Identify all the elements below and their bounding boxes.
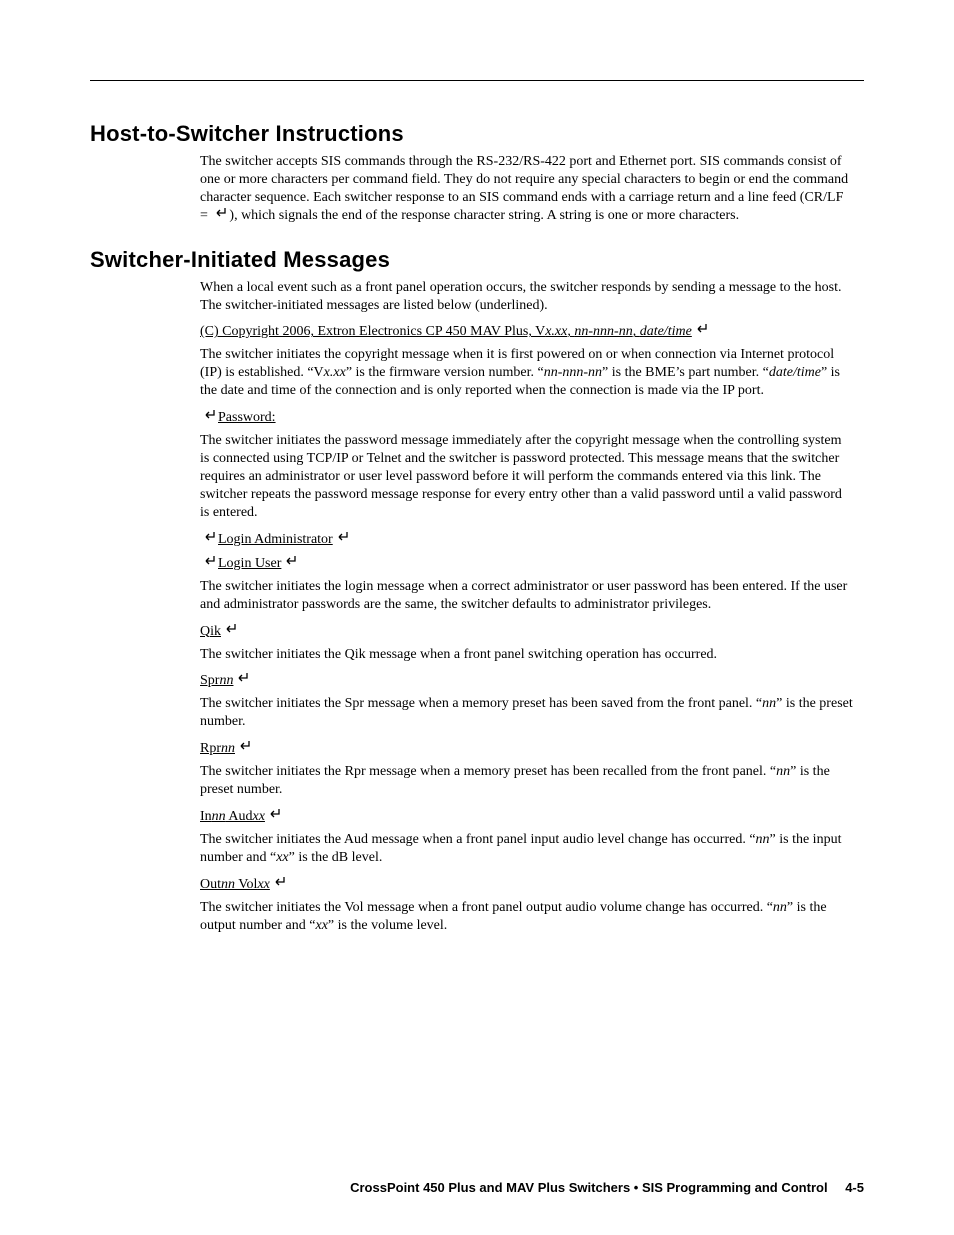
text: ” is the volume level. [328,918,447,933]
var: nn [221,741,235,756]
crlf-icon [222,625,238,635]
text: , [633,324,640,339]
login-para: The switcher initiates the login message… [200,578,854,614]
heading-switcher-initiated: Switcher-Initiated Messages [90,247,864,273]
section1-para: The switcher accepts SIS commands throug… [200,153,854,225]
password-para: The switcher initiates the password mess… [200,432,854,522]
var: date/time [640,324,692,339]
var: x.xx [545,324,567,339]
var: nn-nnn-nn [574,324,632,339]
text: Password: [218,410,276,425]
var: nn [773,900,787,915]
copyright-para: The switcher initiates the copyright mes… [200,346,854,400]
top-rule [90,80,864,81]
crlf-icon [236,742,252,752]
var: xx [315,918,327,933]
text: Vol [235,877,257,892]
text: The switcher initiates the Spr message w… [200,696,762,711]
spr-para: The switcher initiates the Spr message w… [200,695,854,731]
password-message: Password: [200,410,854,426]
footer-text: CrossPoint 450 Plus and MAV Plus Switche… [350,1180,827,1195]
var: nn [776,764,790,779]
page-number: 4-5 [845,1180,864,1195]
var: nn-nnn-nn [544,365,602,380]
var: xx [276,850,288,865]
text: ), which signals the end of the response… [229,208,739,223]
crlf-icon [334,533,350,543]
crlf-icon [212,209,228,219]
crlf-icon [234,674,250,684]
text: Spr [200,673,219,688]
text: Login User [218,556,281,571]
login-user-message: Login User [200,556,854,572]
rpr-para: The switcher initiates the Rpr message w… [200,763,854,799]
aud-para: The switcher initiates the Aud message w… [200,831,854,867]
text: The switcher initiates the Vol message w… [200,900,773,915]
var: x.xx [324,365,346,380]
text: ” is the BME’s part number. “ [602,365,769,380]
page: Host-to-Switcher Instructions The switch… [0,0,954,1235]
crlf-icon [201,557,217,567]
text: Qik [200,624,221,639]
crlf-icon [201,411,217,421]
vol-para: The switcher initiates the Vol message w… [200,899,854,935]
aud-message: Innn Audxx [200,809,854,825]
crlf-icon [201,533,217,543]
crlf-icon [271,878,287,888]
var: nn [219,673,233,688]
spr-message: Sprnn [200,673,854,689]
var: xx [257,877,269,892]
login-admin-message: Login Administrator [200,532,854,548]
footer: CrossPoint 450 Plus and MAV Plus Switche… [90,1180,864,1195]
qik-message: Qik [200,624,854,640]
section2-body: When a local event such as a front panel… [200,279,854,935]
qik-para: The switcher initiates the Qik message w… [200,646,854,664]
vol-message: Outnn Volxx [200,877,854,893]
text: In [200,809,212,824]
text: ” is the dB level. [289,850,383,865]
section1-body: The switcher accepts SIS commands throug… [200,153,854,225]
crlf-icon [693,325,709,335]
rpr-message: Rprnn [200,741,854,757]
text: Login Administrator [218,532,333,547]
text: (C) Copyright 2006, Extron Electronics C… [200,324,545,339]
copyright-message: (C) Copyright 2006, Extron Electronics C… [200,324,854,340]
text: Aud [226,809,253,824]
text: The switcher initiates the Aud message w… [200,832,756,847]
var: date/time [769,365,821,380]
crlf-icon [282,557,298,567]
var: xx [253,809,265,824]
var: nn [221,877,235,892]
text: Rpr [200,741,221,756]
section2-intro: When a local event such as a front panel… [200,279,854,315]
heading-host-to-switcher: Host-to-Switcher Instructions [90,121,864,147]
text: Out [200,877,221,892]
var: nn [756,832,770,847]
var: nn [762,696,776,711]
text: The switcher initiates the Rpr message w… [200,764,776,779]
crlf-icon [266,810,282,820]
var: nn [212,809,226,824]
text: ” is the firmware version number. “ [346,365,544,380]
